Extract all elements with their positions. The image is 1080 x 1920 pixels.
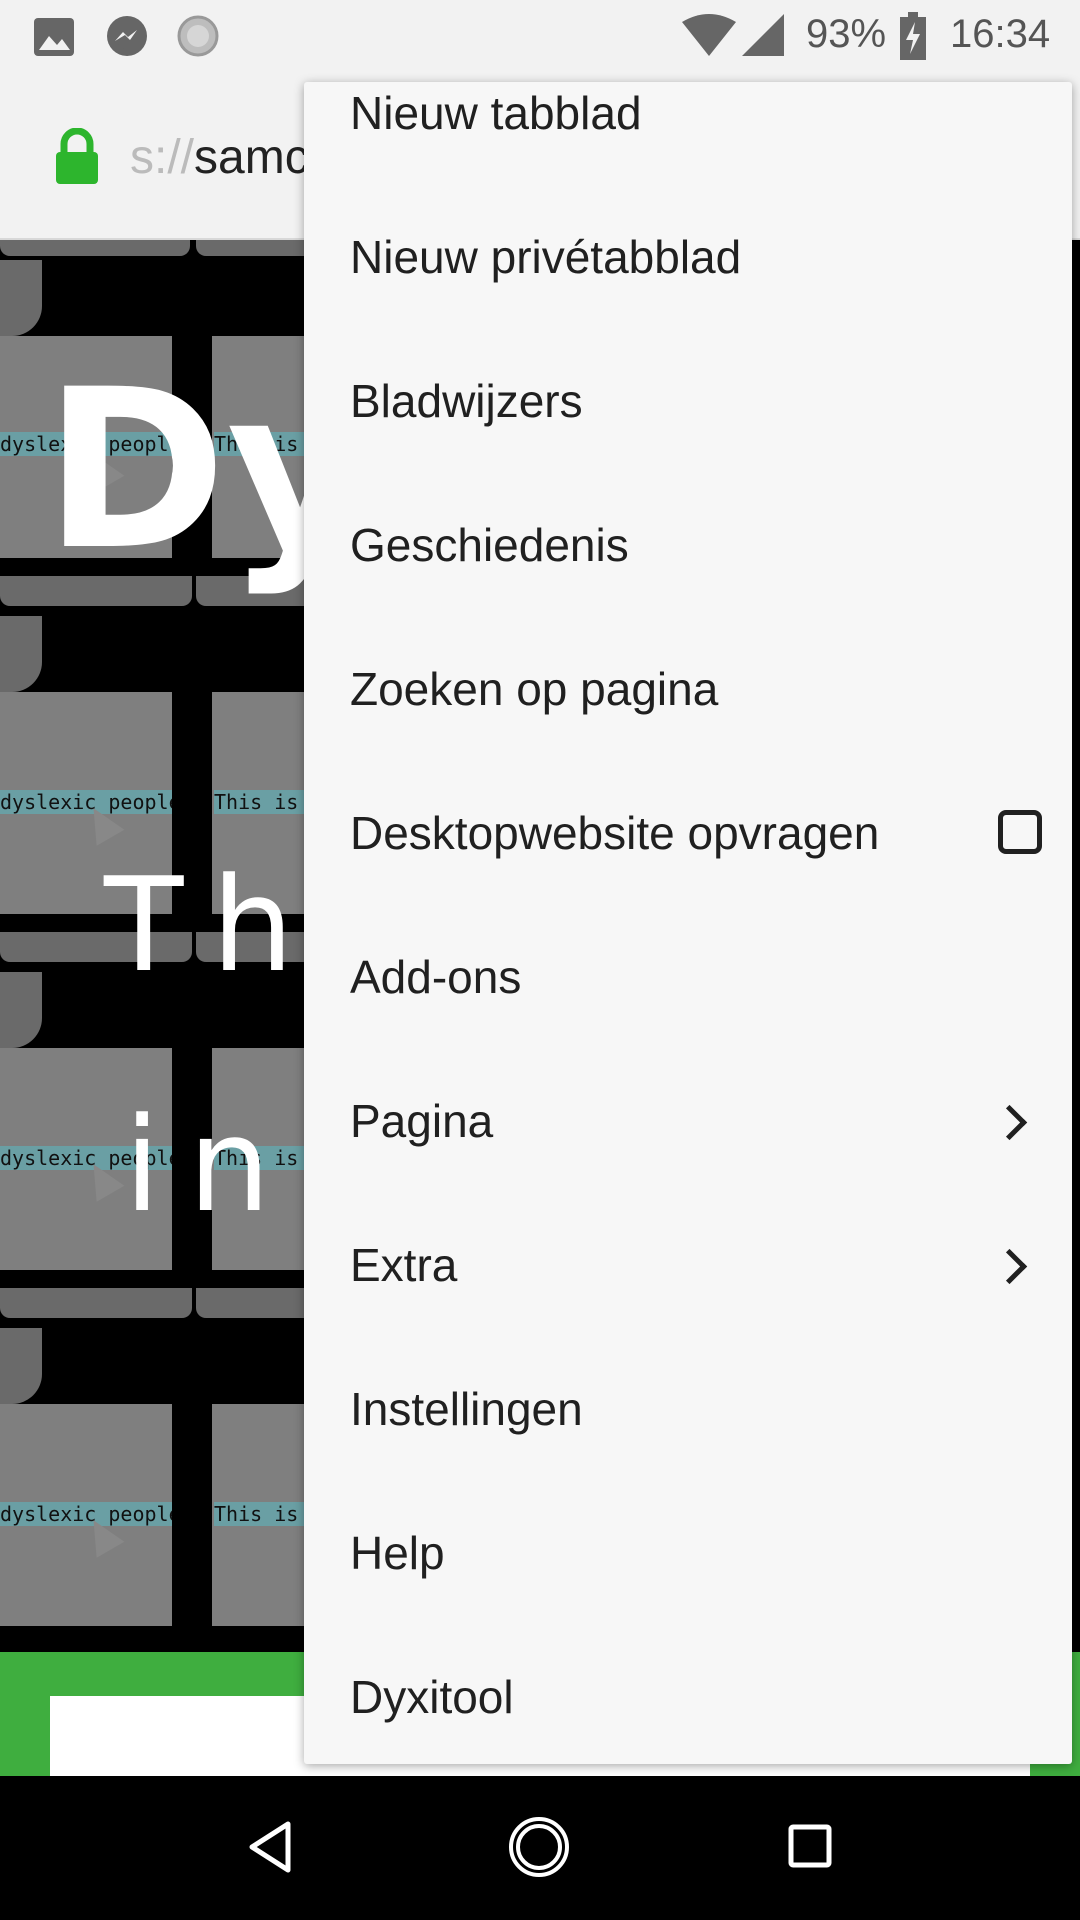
menu-item-new-tab[interactable]: Nieuw tabblad [304, 82, 1072, 186]
back-icon[interactable] [246, 1820, 294, 1874]
menu-item-add-ons[interactable]: Add-ons [304, 906, 1072, 1050]
menu-item-help[interactable]: Help [304, 1482, 1072, 1626]
menu-item-label: Extra [350, 1239, 458, 1291]
chevron-right-icon [991, 1248, 1028, 1285]
menu-item-bookmarks[interactable]: Bladwijzers [304, 330, 1072, 474]
desktop-site-checkbox[interactable] [998, 810, 1042, 854]
image-icon [34, 18, 74, 56]
battery-charging-icon [900, 12, 926, 60]
menu-item-new-private-tab[interactable]: Nieuw privétabblad [304, 186, 1072, 330]
clock: 16:34 [950, 12, 1051, 56]
menu-item-label: Nieuw privétabblad [350, 231, 742, 283]
menu-item-label: Dyxitool [350, 1671, 514, 1723]
menu-item-dyxitool[interactable]: Dyxitool [304, 1626, 1072, 1764]
tile-frame [196, 1288, 316, 1318]
menu-item-label: Add-ons [350, 951, 522, 1003]
lock-icon [56, 128, 98, 184]
tile-frame [0, 1288, 192, 1318]
menu-item-label: Nieuw tabblad [350, 87, 642, 139]
url-text[interactable]: s://samc [130, 130, 309, 185]
messenger-icon [107, 16, 147, 56]
menu-item-tools[interactable]: Extra [304, 1194, 1072, 1338]
tile-label: dyslexic people [0, 1502, 172, 1526]
signal-icon [742, 14, 784, 56]
tile-stand [0, 260, 42, 336]
menu-item-label: Instellingen [350, 1383, 583, 1435]
tile-label: This is a [214, 1502, 304, 1526]
tile-label: This is a [214, 790, 304, 814]
menu-item-page[interactable]: Pagina [304, 1050, 1072, 1194]
menu-item-label: Help [350, 1527, 445, 1579]
menu-item-label: Zoeken op pagina [350, 663, 719, 715]
menu-item-label: Bladwijzers [350, 375, 583, 427]
menu-item-request-desktop-site[interactable]: Desktopwebsite opvragen [304, 762, 1072, 906]
tile-frame [0, 240, 190, 256]
menu-item-label: Pagina [350, 1095, 494, 1147]
sync-icon [177, 15, 219, 57]
tile-stand [0, 972, 42, 1048]
menu-item-label: Desktopwebsite opvragen [350, 807, 880, 859]
menu-item-history[interactable]: Geschiedenis [304, 474, 1072, 618]
navigation-bar [0, 1776, 1080, 1920]
battery-percent: 93% [806, 12, 887, 56]
tile-frame [196, 240, 316, 256]
tile-stand [0, 616, 42, 692]
tile-stand [0, 1328, 42, 1404]
overflow-menu: Nieuw tabblad Nieuw privétabblad Bladwij… [304, 82, 1072, 1764]
chevron-right-icon [991, 1104, 1028, 1141]
recents-icon[interactable] [788, 1824, 832, 1868]
menu-item-find-in-page[interactable]: Zoeken op pagina [304, 618, 1072, 762]
url-host: samc [194, 131, 309, 184]
menu-item-label: Geschiedenis [350, 519, 629, 571]
status-bar: 93% 16:34 [0, 0, 1080, 72]
tile-label: dyslexic people [0, 790, 172, 814]
wifi-icon [682, 14, 736, 56]
menu-item-settings[interactable]: Instellingen [304, 1338, 1072, 1482]
home-icon[interactable] [508, 1816, 570, 1878]
url-scheme: s:// [130, 131, 195, 184]
